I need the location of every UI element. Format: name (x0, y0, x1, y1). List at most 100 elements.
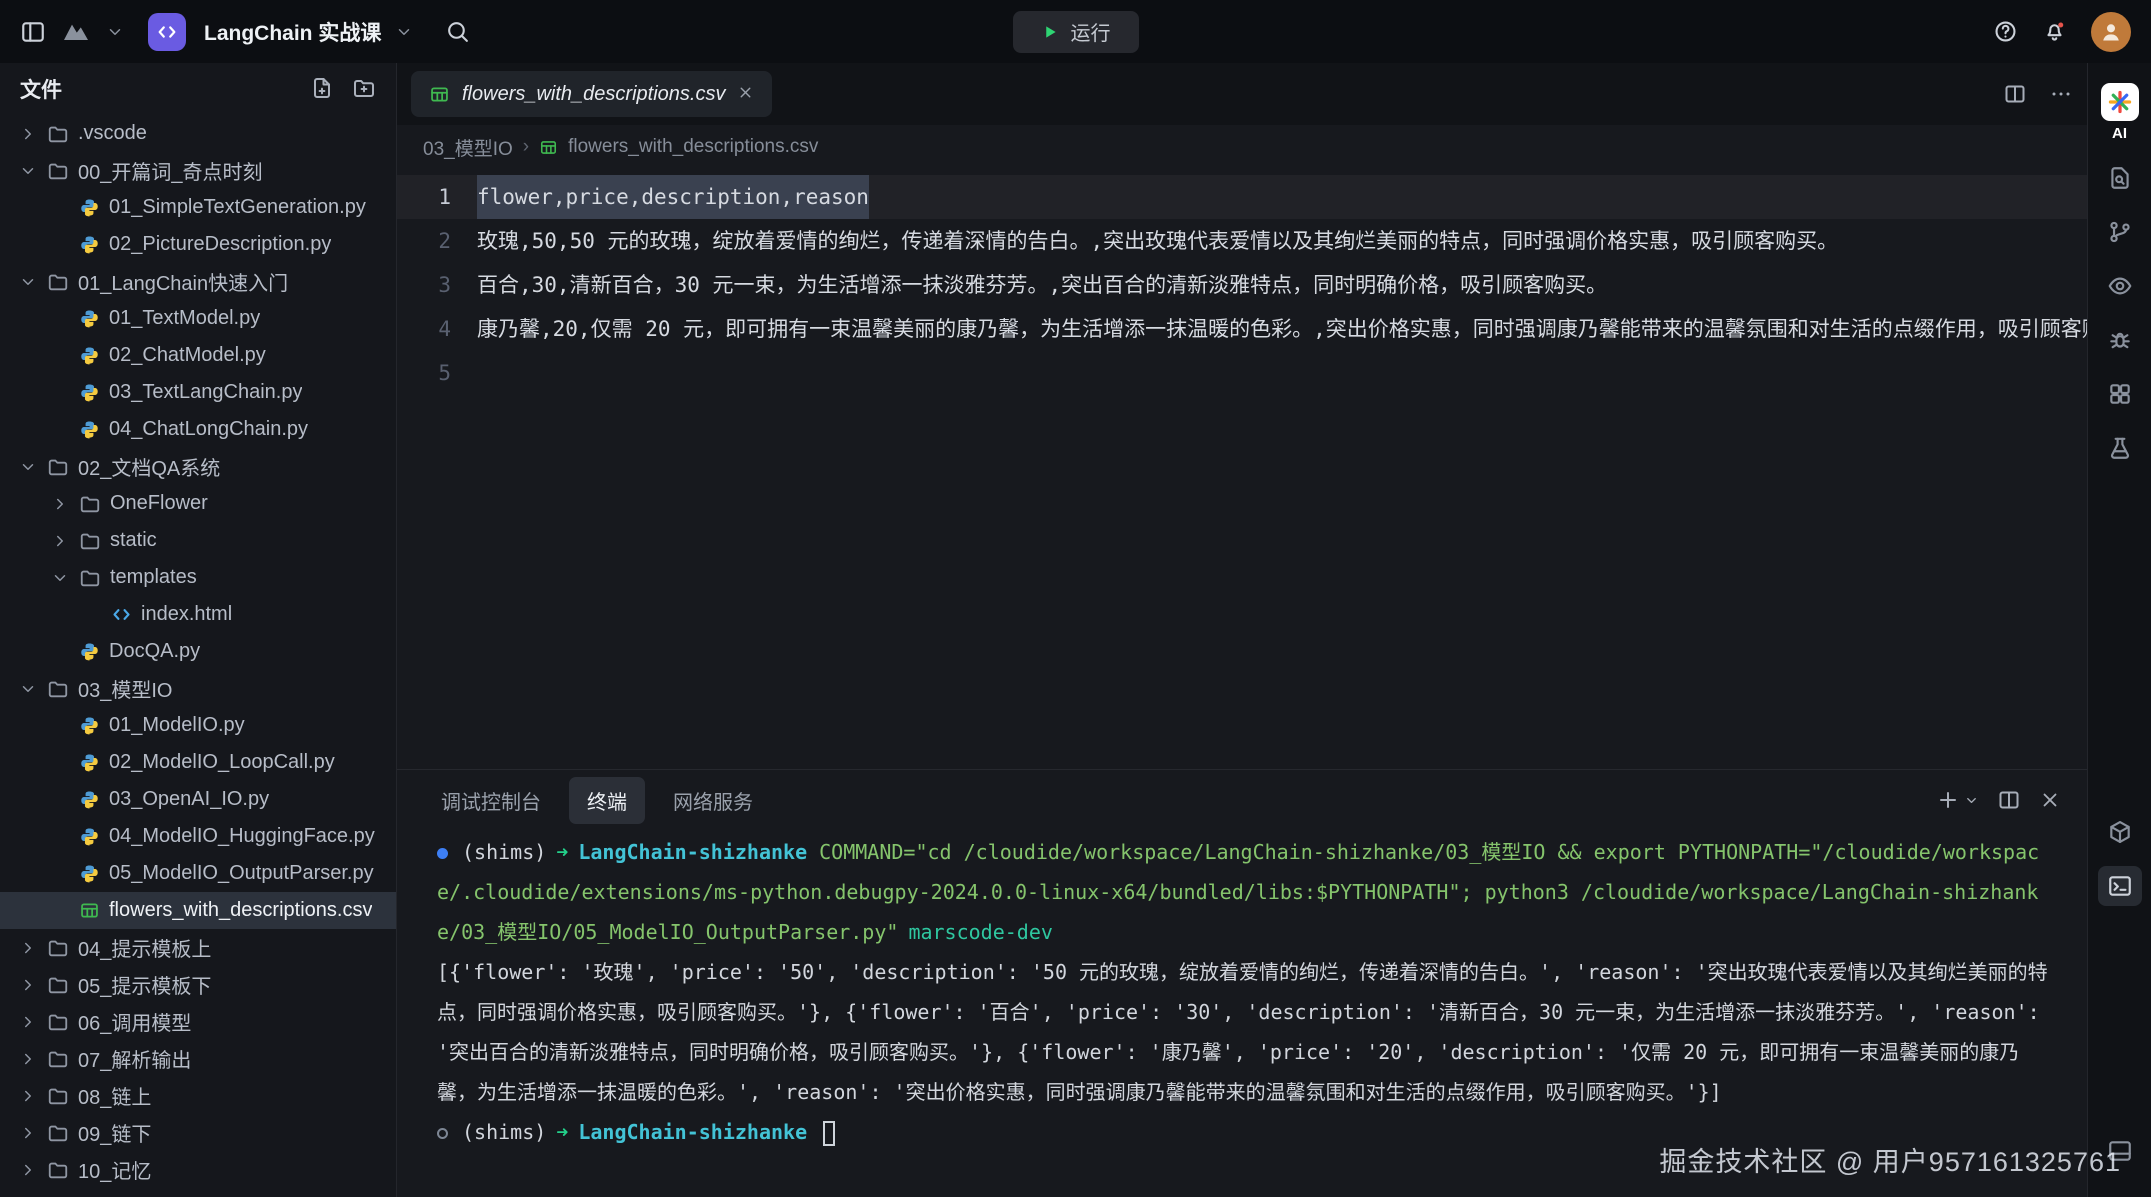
tree-folder-01_LangChain快速入门[interactable]: 01_LangChain快速入门 (0, 263, 396, 300)
panel-tab-网络服务[interactable]: 网络服务 (655, 777, 771, 824)
panel-tab-调试控制台[interactable]: 调试控制台 (423, 777, 559, 824)
more-actions-button[interactable] (2049, 82, 2073, 106)
chevron-right-icon (18, 1013, 38, 1031)
project-name[interactable]: LangChain 实战课 (204, 17, 381, 47)
run-button[interactable]: 运行 (1013, 11, 1139, 53)
logo-chevron-down-icon[interactable] (106, 23, 124, 41)
tree-file-DocQA.py[interactable]: DocQA.py (0, 633, 396, 670)
split-terminal-button[interactable] (1997, 788, 2021, 812)
tree-item-label: .vscode (78, 122, 147, 145)
marscode-logo-icon[interactable] (60, 16, 92, 48)
tree-item-label: DocQA.py (109, 640, 200, 663)
tree-file-01_ModelIO.py[interactable]: 01_ModelIO.py (0, 707, 396, 744)
line-content: 玫瑰,50,50 元的玫瑰，绽放着爱情的绚烂，传递着深情的告白。,突出玫瑰代表爱… (477, 219, 1838, 263)
split-editor-button[interactable] (2003, 82, 2027, 106)
topbar-left: LangChain 实战课 (20, 13, 1013, 51)
tree-item-label: 07_解析输出 (78, 1044, 191, 1073)
tree-item-label: 09_链下 (78, 1118, 151, 1147)
flask-button[interactable] (2098, 428, 2142, 468)
tree-folder-OneFlower[interactable]: OneFlower (0, 485, 396, 522)
tree-folder-07_解析输出[interactable]: 07_解析输出 (0, 1040, 396, 1077)
tab-close-button[interactable] (737, 84, 754, 104)
tree-file-index.html[interactable]: index.html (0, 596, 396, 633)
file-search-button[interactable] (2098, 158, 2142, 198)
line-content: flower,price,description,reason (477, 175, 869, 219)
editor-line-1[interactable]: 1flower,price,description,reason (397, 175, 2087, 219)
tree-folder-00_开篇词_奇点时刻[interactable]: 00_开篇词_奇点时刻 (0, 152, 396, 189)
eye-button[interactable] (2098, 266, 2142, 306)
python-file-icon (79, 641, 100, 662)
editor-line-4[interactable]: 4康乃馨,20,仅需 20 元，即可拥有一束温馨美丽的康乃馨，为生活增添一抹温暖… (397, 307, 2087, 351)
tree-folder-05_提示模板下[interactable]: 05_提示模板下 (0, 966, 396, 1003)
tree-file-03_TextLangChain.py[interactable]: 03_TextLangChain.py (0, 374, 396, 411)
panel-bottom-button[interactable] (2098, 1131, 2142, 1171)
sidebar-toggle-button[interactable] (20, 19, 46, 45)
python-file-icon (79, 826, 100, 847)
new-terminal-button[interactable] (1936, 788, 1979, 812)
tree-folder-10_记忆[interactable]: 10_记忆 (0, 1151, 396, 1188)
flask-icon (2107, 435, 2133, 461)
editor-line-2[interactable]: 2玫瑰,50,50 元的玫瑰，绽放着爱情的绚烂，传递着深情的告白。,突出玫瑰代表… (397, 219, 2087, 263)
tree-folder-08_链上[interactable]: 08_链上 (0, 1077, 396, 1114)
tree-folder-02_文档QA系统[interactable]: 02_文档QA系统 (0, 448, 396, 485)
tree-item-label: 03_模型IO (78, 674, 172, 703)
bug-button[interactable] (2098, 320, 2142, 360)
breadcrumb: 03_模型IO › flowers_with_descriptions.csv (397, 125, 2087, 169)
code-editor[interactable]: 1flower,price,description,reason2玫瑰,50,5… (397, 169, 2087, 769)
tree-folder-04_提示模板上[interactable]: 04_提示模板上 (0, 929, 396, 966)
line-content: 百合,30,清新百合，30 元一束，为生活增添一抹淡雅芬芳。,突出百合的清新淡雅… (477, 263, 1607, 307)
tree-file-04_ModelIO_HuggingFace.py[interactable]: 04_ModelIO_HuggingFace.py (0, 818, 396, 855)
folder-icon (47, 160, 69, 182)
new-folder-button[interactable] (352, 76, 376, 103)
tree-file-01_TextModel.py[interactable]: 01_TextModel.py (0, 300, 396, 337)
terminal-output[interactable]: (shims)➜LangChain-shizhankeCOMMAND="cd /… (397, 830, 2087, 1197)
terminal-panel-button[interactable] (2098, 866, 2142, 906)
python-file-icon (79, 234, 100, 255)
search-button[interactable] (445, 19, 470, 44)
terminal-output-value: [{'flower': '玫瑰', 'price': '50', 'descri… (437, 960, 2048, 1104)
folder-icon (47, 937, 69, 959)
ai-assistant-button[interactable]: AI (2101, 83, 2139, 142)
notifications-button[interactable] (2042, 19, 2067, 44)
editor-line-3[interactable]: 3百合,30,清新百合，30 元一束，为生活增添一抹淡雅芬芳。,突出百合的清新淡… (397, 263, 2087, 307)
tree-folder-11_代理上[interactable]: 11_代理上 (0, 1188, 396, 1197)
tree-file-02_ChatModel.py[interactable]: 02_ChatModel.py (0, 337, 396, 374)
grid-button[interactable] (2098, 374, 2142, 414)
tab-flowers-csv[interactable]: flowers_with_descriptions.csv (411, 71, 772, 117)
tree-item-label: templates (110, 566, 197, 589)
project-chevron-down-icon[interactable] (395, 23, 413, 41)
new-file-icon (310, 76, 334, 100)
avatar[interactable] (2091, 12, 2131, 52)
tree-file-01_SimpleTextGeneration.py[interactable]: 01_SimpleTextGeneration.py (0, 189, 396, 226)
close-panel-button[interactable] (2039, 789, 2061, 811)
grid-icon (2107, 381, 2133, 407)
tree-folder-static[interactable]: static (0, 522, 396, 559)
tree-file-03_OpenAI_IO.py[interactable]: 03_OpenAI_IO.py (0, 781, 396, 818)
tree-item-label: 05_提示模板下 (78, 970, 211, 999)
chevron-down-icon (1964, 793, 1979, 808)
tree-file-flowers_with_descriptions.csv[interactable]: flowers_with_descriptions.csv (0, 892, 396, 929)
tree-file-04_ChatLongChain.py[interactable]: 04_ChatLongChain.py (0, 411, 396, 448)
breadcrumb-file[interactable]: flowers_with_descriptions.csv (568, 136, 818, 158)
tree-folder-.vscode[interactable]: .vscode (0, 115, 396, 152)
help-button[interactable] (1993, 19, 2018, 44)
tree-folder-templates[interactable]: templates (0, 559, 396, 596)
cube-button[interactable] (2098, 812, 2142, 852)
new-file-button[interactable] (310, 76, 334, 103)
tree-folder-03_模型IO[interactable]: 03_模型IO (0, 670, 396, 707)
chevron-down-icon (18, 162, 38, 180)
tree-folder-09_链下[interactable]: 09_链下 (0, 1114, 396, 1151)
editor-line-5[interactable]: 5 (397, 351, 2087, 395)
explorer-title: 文件 (20, 74, 292, 104)
breadcrumb-folder[interactable]: 03_模型IO (423, 134, 513, 161)
tree-file-02_ModelIO_LoopCall.py[interactable]: 02_ModelIO_LoopCall.py (0, 744, 396, 781)
panel-tab-终端[interactable]: 终端 (569, 777, 645, 824)
tree-folder-06_调用模型[interactable]: 06_调用模型 (0, 1003, 396, 1040)
git-branch-button[interactable] (2098, 212, 2142, 252)
chevron-right-icon (18, 939, 38, 957)
terminal-status-dot (437, 1128, 448, 1139)
tree-file-02_PictureDescription.py[interactable]: 02_PictureDescription.py (0, 226, 396, 263)
folder-icon (47, 678, 69, 700)
tree-file-05_ModelIO_OutputParser.py[interactable]: 05_ModelIO_OutputParser.py (0, 855, 396, 892)
close-icon (737, 84, 754, 101)
